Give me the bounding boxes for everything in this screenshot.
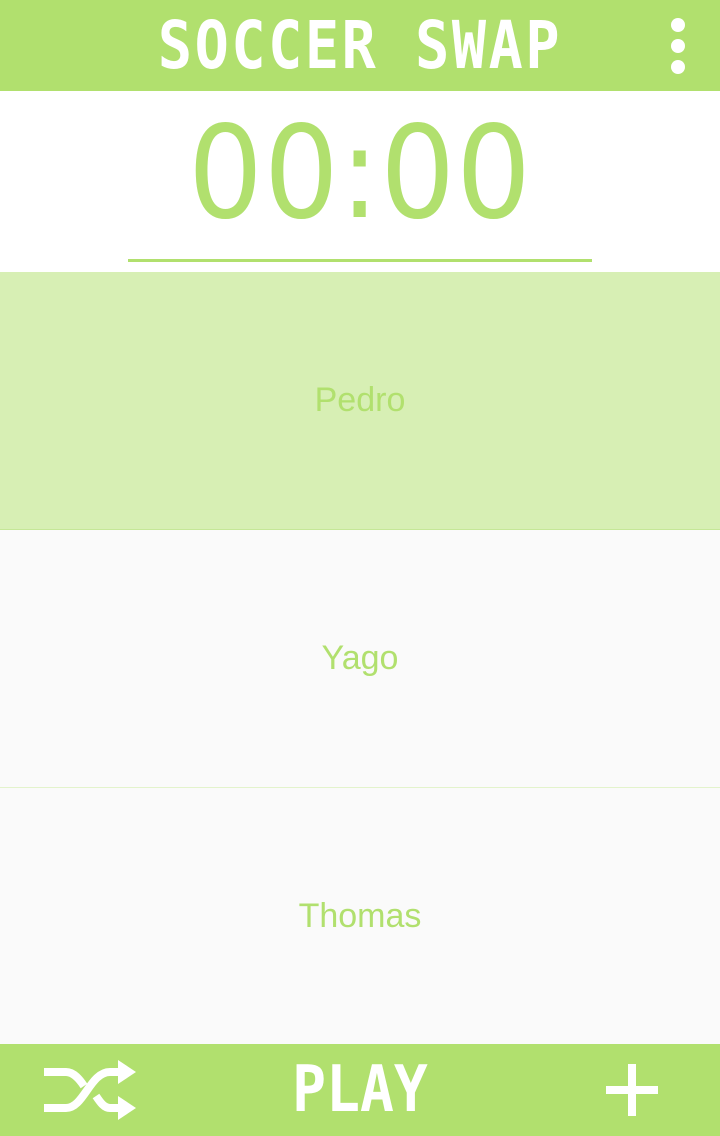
player-name: Pedro bbox=[314, 381, 406, 419]
bottom-action-bar: PLAY bbox=[0, 1044, 720, 1136]
app-title: SOCCER SWAP bbox=[157, 7, 563, 84]
shuffle-button[interactable] bbox=[40, 1056, 140, 1124]
shuffle-icon bbox=[44, 1060, 136, 1120]
add-player-button[interactable] bbox=[600, 1058, 664, 1122]
player-name: Yago bbox=[321, 639, 399, 677]
timer-underline bbox=[128, 259, 592, 262]
play-button[interactable]: PLAY bbox=[272, 1044, 448, 1136]
player-row[interactable]: Yago bbox=[0, 530, 720, 789]
player-name: Thomas bbox=[298, 896, 422, 935]
player-list: Pedro Yago Thomas bbox=[0, 272, 720, 1044]
more-vert-icon bbox=[671, 18, 685, 74]
app-header: SOCCER SWAP bbox=[0, 0, 720, 91]
overflow-menu-button[interactable] bbox=[652, 12, 704, 80]
timer-display[interactable]: 00:00 bbox=[29, 99, 691, 249]
plus-icon bbox=[606, 1064, 658, 1116]
app-screen: SOCCER SWAP 00:00 Pedro Yago Thomas PLAY bbox=[0, 0, 720, 1136]
timer-panel: 00:00 bbox=[0, 91, 720, 272]
player-row-selected[interactable]: Pedro bbox=[0, 272, 720, 530]
player-row[interactable]: Thomas bbox=[0, 788, 720, 1044]
